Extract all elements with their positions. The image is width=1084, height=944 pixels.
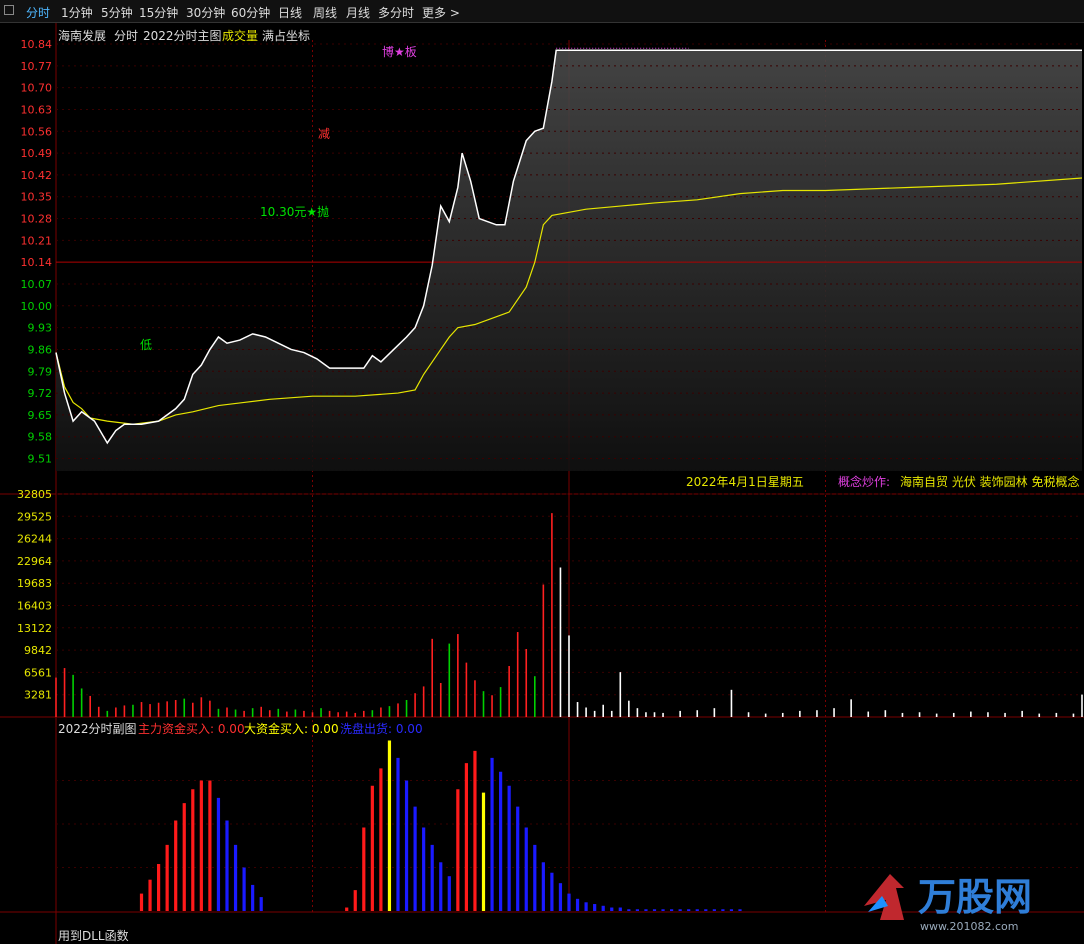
toolbar-item-3[interactable]: 15分钟 xyxy=(139,4,178,21)
dump-label: 洗盘出货: 0.00 xyxy=(340,722,423,736)
toolbar-item-0[interactable]: 分时 xyxy=(26,4,50,21)
volume-tick-label: 6561 xyxy=(24,666,52,679)
volume-tick-label: 3281 xyxy=(24,689,52,702)
price-tick-label: 10.07 xyxy=(21,278,53,291)
volume-tick-label: 32805 xyxy=(17,488,52,501)
price-tick-label: 9.58 xyxy=(28,431,53,444)
toolbar: 分时 1分钟 5分钟 15分钟 30分钟 60分钟 日线 周线 月线 多分时 更多 > xyxy=(0,0,1084,23)
price-tick-label: 9.72 xyxy=(28,387,53,400)
volume-tick-label: 9842 xyxy=(24,644,52,657)
price-tick-label: 10.21 xyxy=(21,234,53,247)
main-inflow-label: 主力资金买入: 0.00 xyxy=(138,722,245,736)
price-tick-label: 9.86 xyxy=(28,343,53,356)
sub-indicator-name: 2022分时副图 xyxy=(58,722,137,736)
price-tick-label: 10.42 xyxy=(21,169,53,182)
price-tick-label: 10.00 xyxy=(21,300,53,313)
stock-name: 海南发展 xyxy=(58,29,107,43)
price-tick-label: 10.28 xyxy=(21,213,53,226)
volume-tick-label: 19683 xyxy=(17,577,52,590)
price-tick-label: 10.70 xyxy=(21,82,53,95)
price-tick-label: 10.14 xyxy=(21,256,53,269)
toolbar-item-8[interactable]: 月线 xyxy=(346,4,370,21)
toolbar-item-6[interactable]: 日线 xyxy=(278,4,302,21)
toolbar-item-4[interactable]: 30分钟 xyxy=(186,4,225,21)
concept-label: 概念炒作: xyxy=(838,475,891,489)
price-tick-label: 9.51 xyxy=(28,453,53,466)
annotation-low: 低 xyxy=(140,338,153,352)
price-tick-label: 10.35 xyxy=(21,191,53,204)
date-label: 2022年4月1日星期五 xyxy=(686,475,804,489)
price-tick-label: 10.49 xyxy=(21,147,53,160)
toolbar-item-9[interactable]: 多分时 xyxy=(378,4,414,21)
volume-tick-label: 22964 xyxy=(17,555,52,568)
price-tick-label: 10.56 xyxy=(21,125,53,138)
watermark-url: www.201082.com xyxy=(920,920,1018,933)
volume-tick-label: 13122 xyxy=(17,622,52,635)
toolbar-item-1[interactable]: 1分钟 xyxy=(61,4,93,21)
annotation-sell: 10.30元★抛 xyxy=(260,205,330,219)
volume-tick-label: 26244 xyxy=(17,533,52,546)
volume-tick-label: 29525 xyxy=(17,510,52,523)
annotation-limit: 博★板 xyxy=(382,45,417,59)
main-indicator-name: 2022分时主图 xyxy=(143,29,222,43)
dll-footer: 用到DLL函数 xyxy=(58,929,129,943)
watermark-logo: 万股网 www.201082.com xyxy=(864,874,1032,933)
toolbar-item-2[interactable]: 5分钟 xyxy=(101,4,133,21)
toolbar-item-7[interactable]: 周线 xyxy=(313,4,337,21)
price-tick-label: 9.93 xyxy=(28,322,53,335)
price-tick-label: 10.77 xyxy=(21,60,53,73)
toolbar-item-5[interactable]: 60分钟 xyxy=(231,4,270,21)
volume-label: 成交量 xyxy=(222,29,259,43)
watermark-brand: 万股网 xyxy=(918,875,1032,919)
fullscale-label[interactable]: 满占坐标 xyxy=(262,27,310,44)
big-inflow-label: 大资金买入: 0.00 xyxy=(244,722,339,736)
volume-tick-label: 16403 xyxy=(17,599,52,612)
price-tick-label: 9.65 xyxy=(28,409,53,422)
price-tick-label: 9.79 xyxy=(28,365,53,378)
mode-label: 分时 xyxy=(114,29,139,43)
annotation-reduce: 减 xyxy=(318,127,331,141)
arrow-icon xyxy=(864,874,904,920)
concept-list: 海南自贸 光伏 装饰园林 免税概念 xyxy=(900,475,1080,489)
price-tick-label: 10.63 xyxy=(21,103,53,116)
menu-icon[interactable] xyxy=(4,5,14,15)
price-tick-label: 10.84 xyxy=(21,38,53,51)
toolbar-item-10[interactable]: 更多 > xyxy=(422,4,460,21)
